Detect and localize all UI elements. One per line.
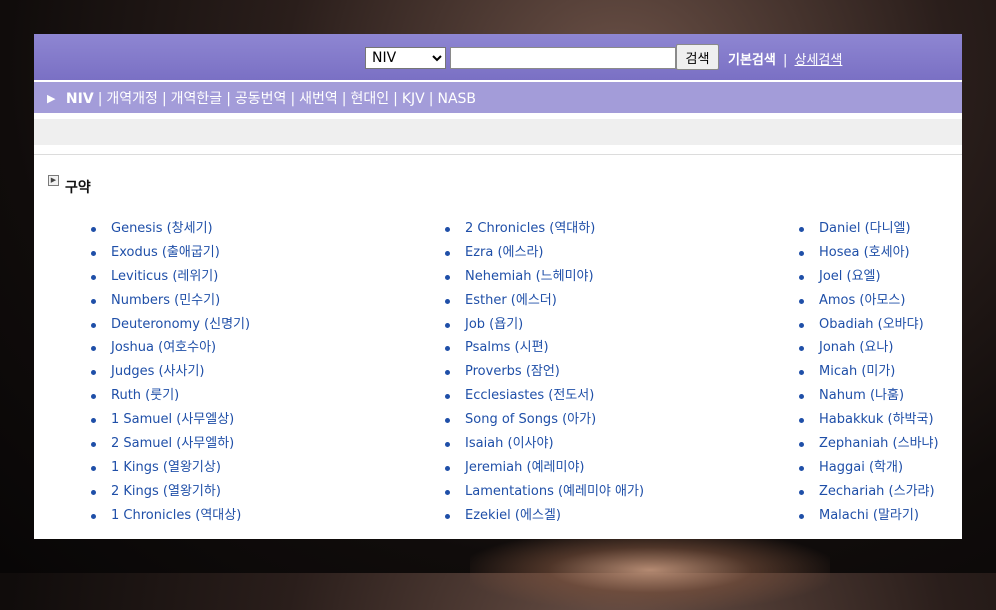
advanced-search-link[interactable]: 상세검색 <box>795 53 843 68</box>
translation-tab[interactable]: 새번역 <box>299 91 338 107</box>
book-link[interactable]: 2 Chronicles (역대하) <box>445 220 644 244</box>
translation-tab[interactable]: 공동번역 <box>235 91 287 107</box>
book-link[interactable]: Malachi (말라기) <box>799 507 939 531</box>
book-link[interactable]: Judges (사사기) <box>91 363 250 387</box>
book-link[interactable]: Isaiah (이사야) <box>445 435 644 459</box>
book-link[interactable]: Nahum (나훔) <box>799 387 939 411</box>
translation-nav: ▶ NIV | 개역개정 | 개역한글 | 공동번역 | 새번역 | 현대인 | KJV | NASB <box>34 82 962 113</box>
book-link[interactable]: Psalms (시편) <box>445 339 644 363</box>
book-list-column-2: 2 Chronicles (역대하) Ezra (에스라) Nehemiah (느헤… <box>445 220 644 531</box>
book-list-column-3: Daniel (다니엘) Hosea (호세아) Joel (요엘) Amos (아모… <box>799 220 939 531</box>
background-glow <box>470 530 830 610</box>
nav-separator: | <box>341 91 347 107</box>
book-link[interactable]: 1 Samuel (사무엘상) <box>91 411 250 435</box>
book-link[interactable]: Micah (미가) <box>799 363 939 387</box>
nav-separator: | <box>393 91 398 107</box>
play-arrow-icon: ▶ <box>47 92 56 105</box>
translation-tab[interactable]: 현대인 <box>351 91 390 107</box>
book-link[interactable]: Obadiah (오바댜) <box>799 316 939 340</box>
book-link[interactable]: Deuteronomy (신명기) <box>91 316 250 340</box>
book-link[interactable]: Zephaniah (스바냐) <box>799 435 939 459</box>
nav-separator: | <box>428 91 434 107</box>
book-link[interactable]: 2 Samuel (사무엘하) <box>91 435 250 459</box>
book-link[interactable]: Esther (에스더) <box>445 292 644 316</box>
nav-separator: | <box>161 91 167 107</box>
book-link[interactable]: Exodus (출애굽기) <box>91 244 250 268</box>
mode-separator: | <box>782 53 788 68</box>
book-link[interactable]: 1 Chronicles (역대상) <box>91 507 250 531</box>
book-link[interactable]: Hosea (호세아) <box>799 244 939 268</box>
book-link[interactable]: Numbers (민수기) <box>91 292 250 316</box>
book-link[interactable]: Jeremiah (예레미야) <box>445 459 644 483</box>
book-list-column-1: Genesis (창세기) Exodus (출애굽기) Leviticus (레위기… <box>91 220 250 531</box>
expand-arrow-icon[interactable]: ▶ <box>48 175 59 186</box>
translation-tab[interactable]: KJV <box>402 91 425 107</box>
search-button[interactable]: 검색 <box>676 44 719 70</box>
bible-browser-panel: NIV 검색 기본검색 | 상세검색 ▶ NIV | 개역개정 | 개역한글 | 공동번역 |… <box>34 34 962 539</box>
book-link[interactable]: Amos (아모스) <box>799 292 939 316</box>
book-link[interactable]: Genesis (창세기) <box>91 220 250 244</box>
book-link[interactable]: Ecclesiastes (전도서) <box>445 387 644 411</box>
book-link[interactable]: Lamentations (예레미야 애가) <box>445 483 644 507</box>
translation-tab[interactable]: 개역한글 <box>171 91 223 107</box>
book-link[interactable]: Jonah (요나) <box>799 339 939 363</box>
search-input[interactable] <box>450 47 676 69</box>
nav-separator: | <box>226 91 231 107</box>
translation-tab[interactable]: NASB <box>437 91 476 107</box>
book-link[interactable]: Zechariah (스가랴) <box>799 483 939 507</box>
book-link[interactable]: Ruth (룻기) <box>91 387 250 411</box>
nav-separator: | <box>290 91 296 107</box>
book-link[interactable]: Ezra (에스라) <box>445 244 644 268</box>
book-link[interactable]: Joshua (여호수아) <box>91 339 250 363</box>
book-link[interactable]: Song of Songs (아가) <box>445 411 644 435</box>
book-link[interactable]: Leviticus (레위기) <box>91 268 250 292</box>
book-link[interactable]: Job (욥기) <box>445 316 644 340</box>
translation-tab[interactable]: NIV <box>66 91 94 107</box>
book-link[interactable]: 2 Kings (열왕기하) <box>91 483 250 507</box>
search-bar: NIV 검색 기본검색 | 상세검색 <box>34 34 962 80</box>
version-select[interactable]: NIV <box>365 47 446 69</box>
nav-separator: | <box>97 91 103 107</box>
section-title: 구약 <box>65 180 91 196</box>
book-link[interactable]: Joel (요엘) <box>799 268 939 292</box>
basic-search-link[interactable]: 기본검색 <box>728 53 776 68</box>
book-link[interactable]: Ezekiel (에스겔) <box>445 507 644 531</box>
book-link[interactable]: 1 Kings (열왕기상) <box>91 459 250 483</box>
book-link[interactable]: Haggai (학개) <box>799 459 939 483</box>
book-link[interactable]: Proverbs (잠언) <box>445 363 644 387</box>
search-modes: 기본검색 | 상세검색 <box>728 49 842 68</box>
toolbar-band <box>34 119 962 145</box>
book-link[interactable]: Nehemiah (느헤미야) <box>445 268 644 292</box>
translation-tab[interactable]: 개역개정 <box>106 91 158 107</box>
translation-nav-list: ▶ NIV | 개역개정 | 개역한글 | 공동번역 | 새번역 | 현대인 | KJV | NASB <box>47 88 476 108</box>
book-link[interactable]: Daniel (다니엘) <box>799 220 939 244</box>
divider <box>34 154 962 155</box>
book-link[interactable]: Habakkuk (하박국) <box>799 411 939 435</box>
